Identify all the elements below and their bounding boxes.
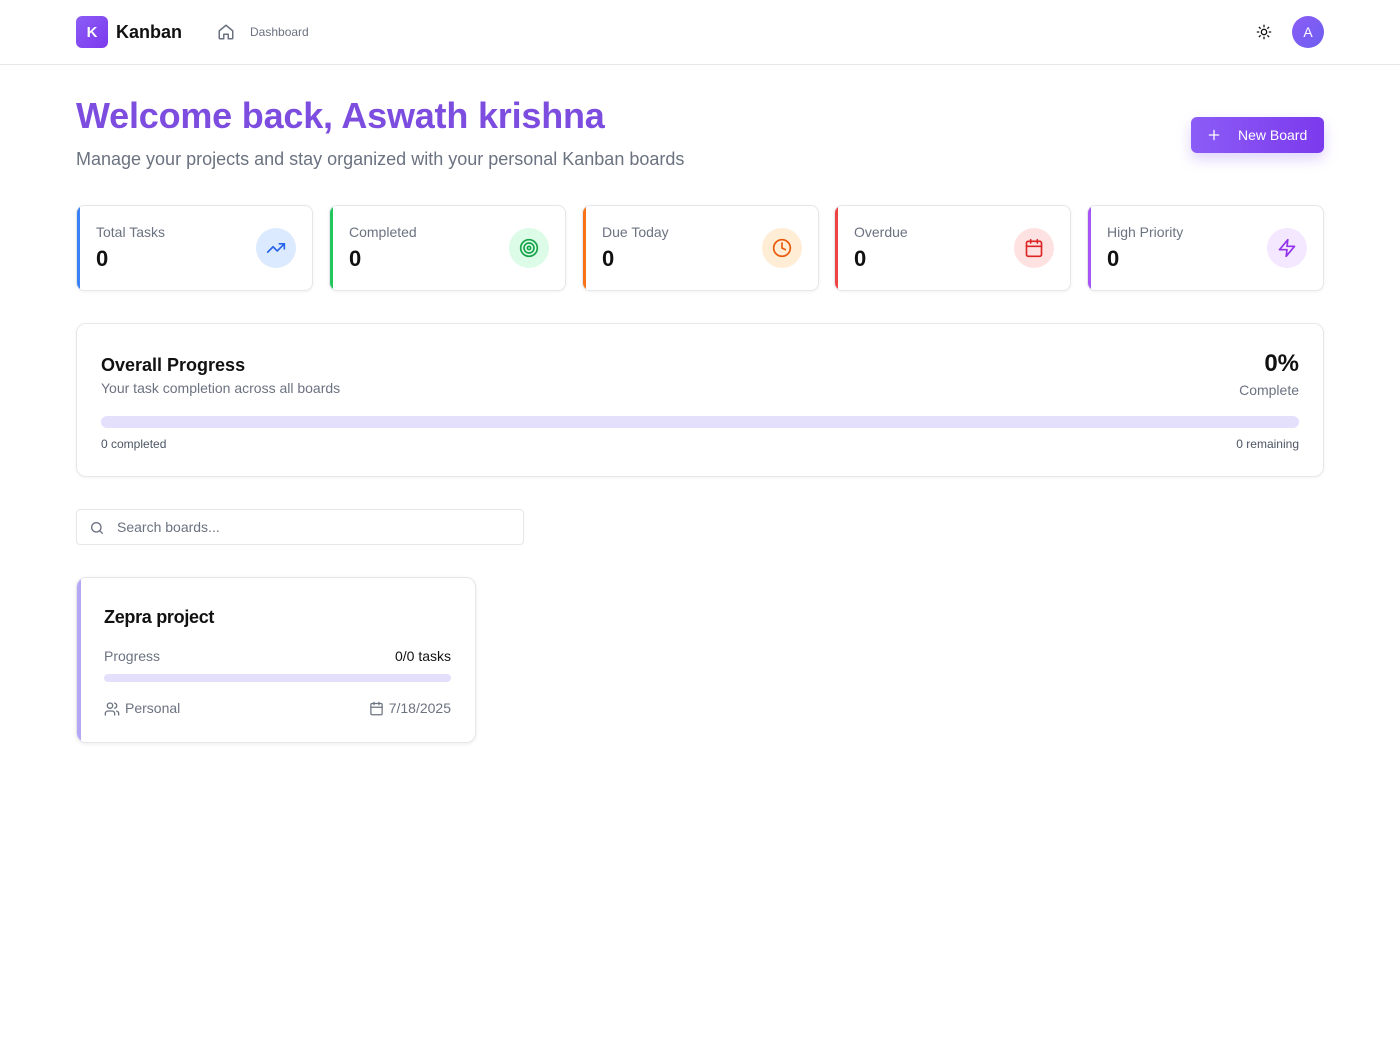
search-icon xyxy=(89,520,105,536)
new-board-button[interactable]: New Board xyxy=(1191,117,1324,153)
board-date: 7/18/2025 xyxy=(369,700,451,717)
stat-label: High Priority xyxy=(1107,224,1184,240)
board-progress-label: Progress xyxy=(104,648,161,664)
stat-label: Overdue xyxy=(854,224,908,240)
stat-card-due-today: Due Today 0 xyxy=(582,205,819,291)
new-board-label: New Board xyxy=(1238,127,1308,143)
board-owner: Personal xyxy=(104,700,180,717)
progress-title: Overall Progress xyxy=(101,355,246,375)
board-progress-bar xyxy=(104,674,451,682)
board-task-count: 0/0 tasks xyxy=(394,648,451,664)
board-date-label: 7/18/2025 xyxy=(388,700,451,716)
home-icon[interactable] xyxy=(217,23,235,41)
nav-dashboard-link[interactable]: Dashboard xyxy=(250,25,309,39)
search-input[interactable] xyxy=(117,510,517,544)
users-icon xyxy=(104,701,120,716)
progress-complete-label: Complete xyxy=(1239,382,1299,398)
progress-bar xyxy=(101,416,1299,428)
top-nav-bar: K Kanban Dashboard A xyxy=(0,0,1400,65)
stat-card-high-priority: High Priority 0 xyxy=(1087,205,1324,291)
zap-icon xyxy=(1267,228,1307,268)
plus-icon xyxy=(1208,129,1220,141)
stat-value: 0 xyxy=(1107,246,1120,271)
calendar-icon xyxy=(1014,228,1054,268)
sun-icon xyxy=(1256,24,1272,40)
clock-icon xyxy=(762,228,802,268)
stat-label: Due Today xyxy=(602,224,669,240)
app-logo[interactable]: K xyxy=(76,16,108,48)
search-box xyxy=(76,509,524,545)
progress-percent: 0% xyxy=(1264,350,1299,377)
welcome-subtitle: Manage your projects and stay organized … xyxy=(76,149,685,169)
stat-value: 0 xyxy=(349,246,362,271)
stat-value: 0 xyxy=(854,246,867,271)
app-name[interactable]: Kanban xyxy=(116,20,182,44)
user-avatar[interactable]: A xyxy=(1292,16,1324,48)
trending-up-icon xyxy=(256,228,296,268)
board-title[interactable]: Zepra project xyxy=(104,606,214,628)
welcome-heading: Welcome back, Aswath krishna xyxy=(76,95,605,136)
completed-count: 0 completed xyxy=(101,437,167,451)
stat-value: 0 xyxy=(96,246,109,271)
overall-progress-card: Overall Progress Your task completion ac… xyxy=(76,323,1324,477)
theme-toggle-button[interactable] xyxy=(1252,20,1276,44)
board-card[interactable]: Zepra project Progress 0/0 tasks Persona… xyxy=(76,577,476,743)
board-owner-label: Personal xyxy=(125,700,181,716)
stat-label: Completed xyxy=(349,224,417,240)
target-icon xyxy=(509,228,549,268)
remaining-count: 0 remaining xyxy=(1236,437,1299,451)
stat-label: Total Tasks xyxy=(96,224,165,240)
stat-card-overdue: Overdue 0 xyxy=(834,205,1071,291)
progress-subtitle: Your task completion across all boards xyxy=(101,380,341,396)
stat-value: 0 xyxy=(602,246,615,271)
calendar-icon xyxy=(369,701,383,716)
stat-card-completed: Completed 0 xyxy=(329,205,566,291)
stat-card-total-tasks: Total Tasks 0 xyxy=(76,205,313,291)
